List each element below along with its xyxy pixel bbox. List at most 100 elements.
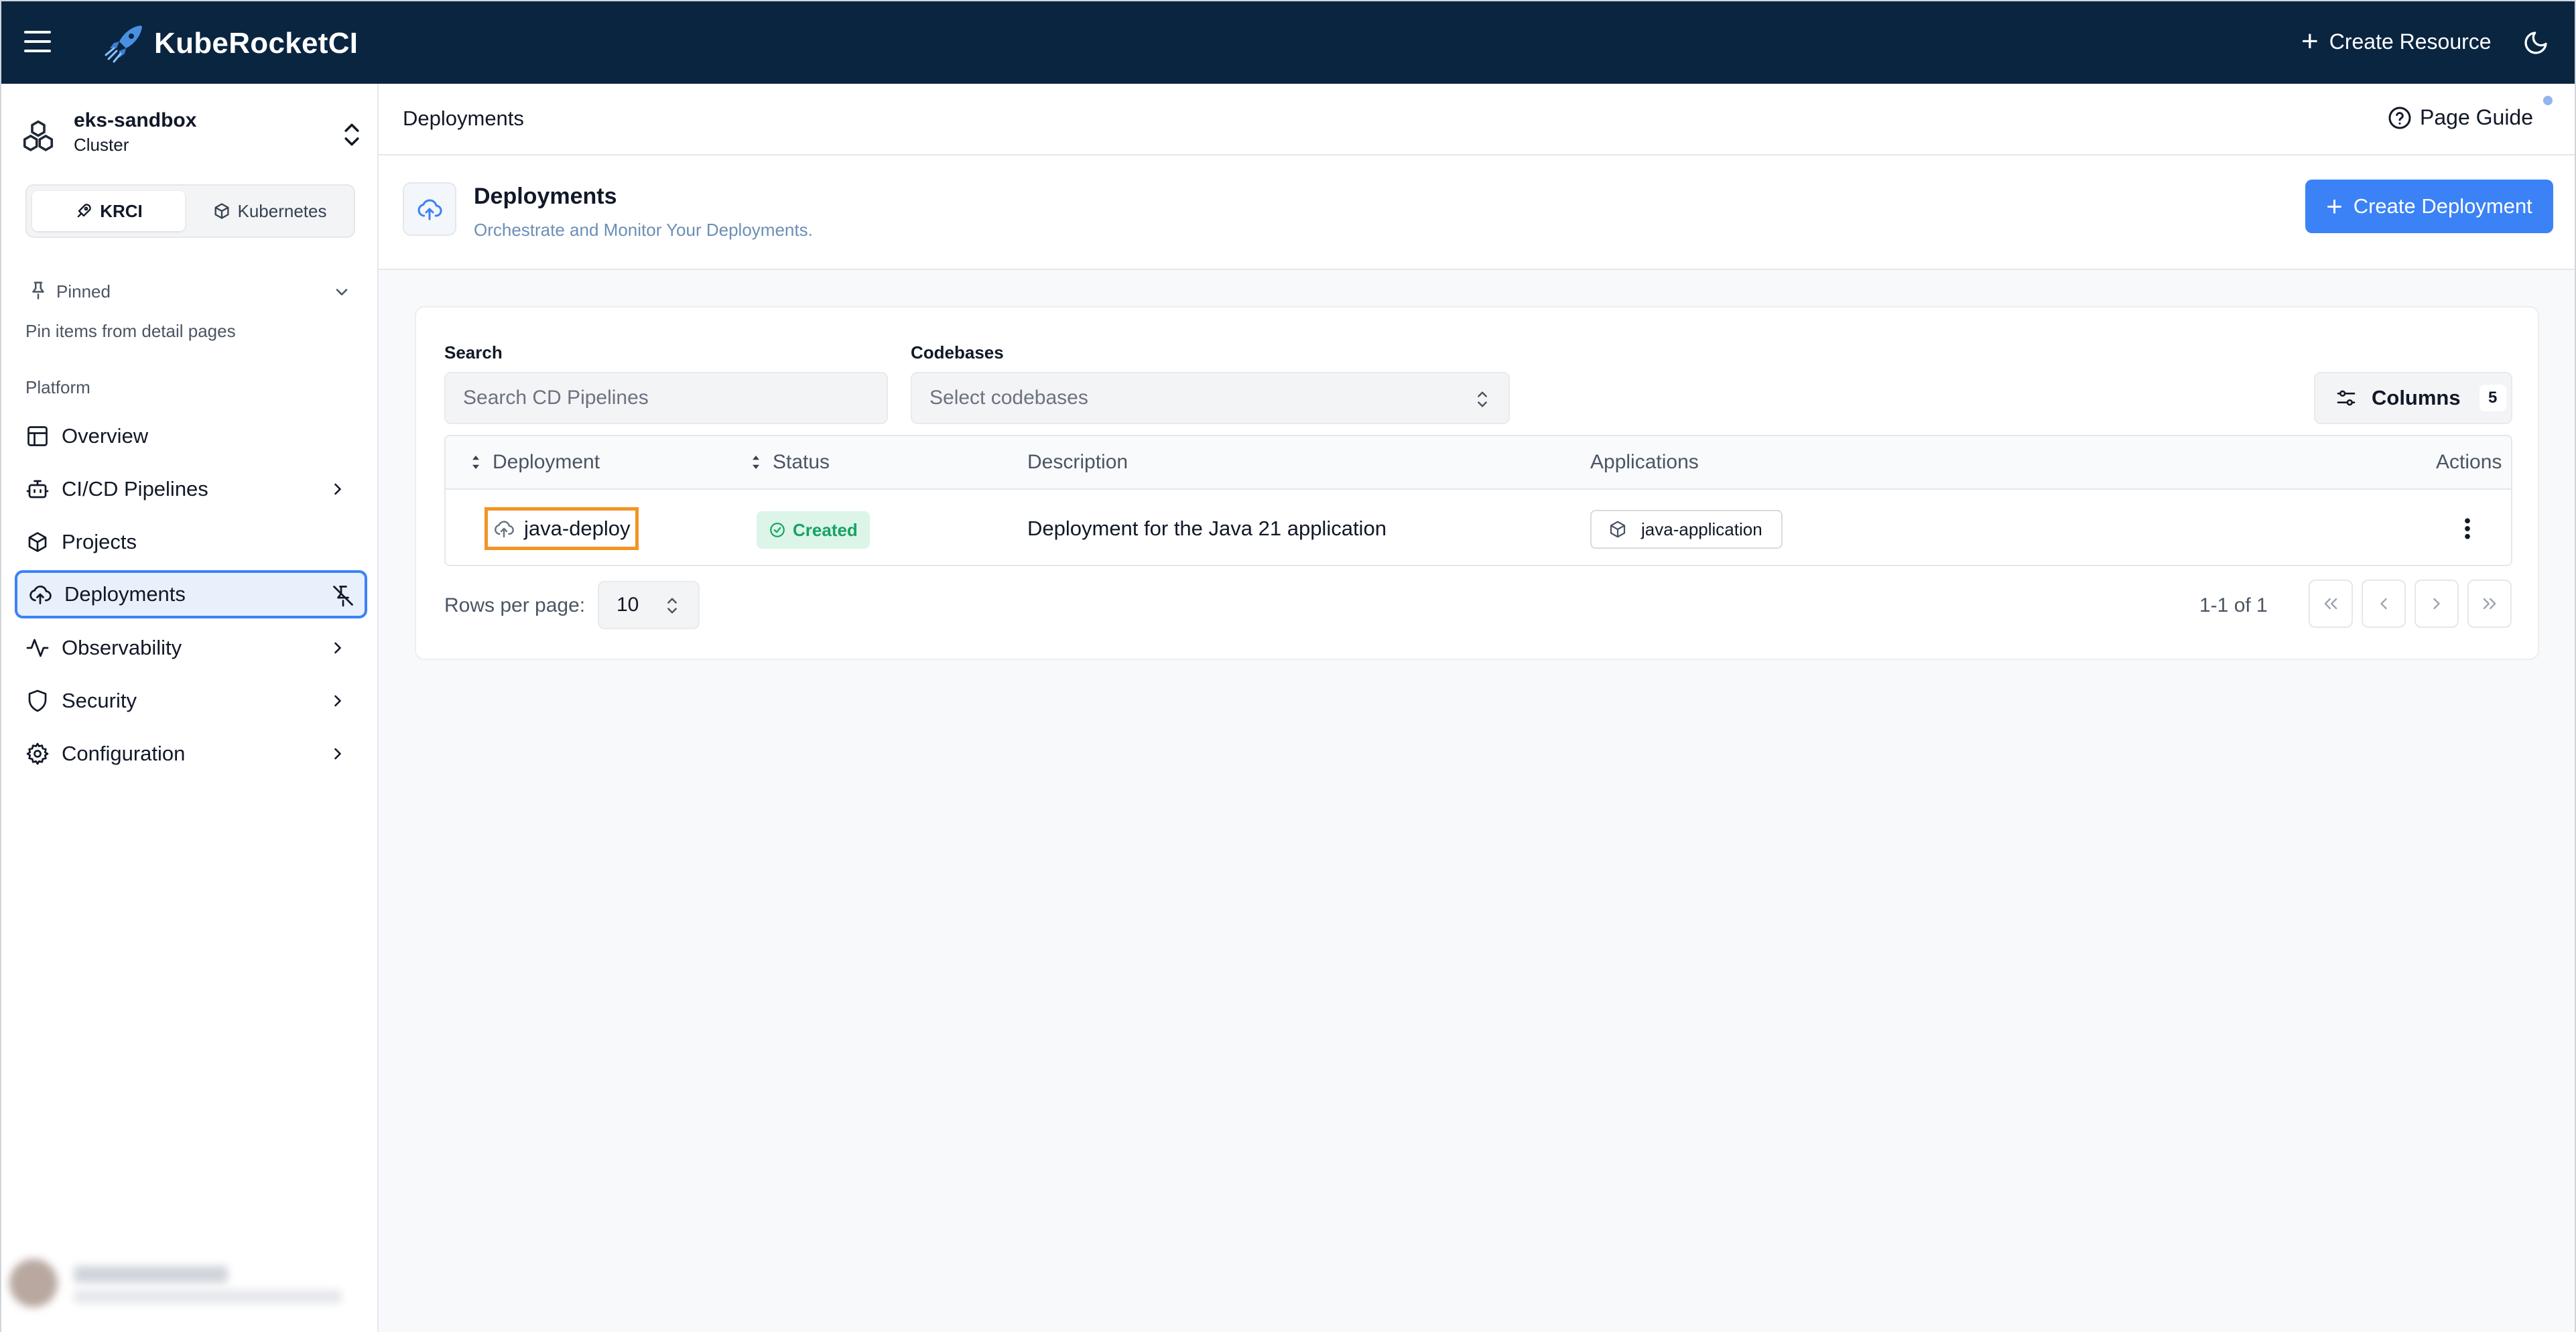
rows-per-page-label: Rows per page: [444,594,586,616]
sidebar-item-label: Deployments [64,582,186,606]
layout-icon [27,426,48,446]
deployment-name: java-deploy [524,517,631,540]
create-deployment-label: Create Deployment [2353,194,2532,218]
rocket-logo-icon [105,25,142,63]
moon-icon[interactable] [2522,29,2549,56]
cloud-upload-icon [29,585,52,604]
codebases-select[interactable]: Select codebases [911,372,1510,424]
activity-icon [26,639,49,657]
status-badge: Created [757,511,870,549]
tab-kubernetes[interactable]: Kubernetes [190,191,348,231]
status-label: Created [793,519,858,540]
check-circle-icon [770,523,785,537]
cloud-upload-icon [495,521,514,538]
sort-icon [753,456,759,469]
deployment-link[interactable]: java-deploy [485,507,639,550]
rows-per-page-value: 10 [617,594,639,616]
section-label-platform: Platform [25,377,90,397]
sidebar-item-label: Security [62,689,137,712]
app-title: KubeRocketCI [154,27,359,60]
deployments-table: Deployment Status Description Applicatio… [444,435,2512,566]
sidebar-item-label: Configuration [62,742,186,765]
columns-button[interactable]: Columns 5 [2314,372,2512,424]
search-placeholder: Search CD Pipelines [463,387,649,409]
chevron-right-icon [334,748,341,760]
columns-count-badge: 5 [2479,385,2506,411]
unpin-icon[interactable] [331,584,355,608]
pinned-section-toggle[interactable]: Pinned [25,275,355,308]
search-label: Search [444,342,503,362]
chevron-right-icon [334,483,341,495]
tab-krci-label: KRCI [100,200,143,221]
app-logo[interactable]: KubeRocketCI [102,21,358,66]
page-icon [403,182,456,236]
cluster-type: Cluster [74,135,129,155]
cluster-name: eks-sandbox [74,109,197,131]
column-header-status[interactable]: Status [749,451,830,474]
create-deployment-button[interactable]: + Create Deployment [2305,180,2553,233]
pin-icon [32,281,44,299]
sidebar-item-label: Observability [62,636,182,659]
box-icon [1610,521,1626,538]
pinned-label: Pinned [56,281,111,302]
column-header-label: Actions [2436,451,2502,473]
rocket-icon [77,204,91,218]
sidebar-item-configuration[interactable]: Configuration [15,730,367,778]
cluster-switcher[interactable]: eks-sandbox Cluster [20,107,369,160]
page-header: Deployments Orchestrate and Monitor Your… [379,155,2575,270]
application-chip[interactable]: java-application [1590,510,1783,549]
sidebar-item-deployments[interactable]: Deployments [15,570,367,618]
sidebar-item-projects[interactable]: Projects [15,518,367,566]
previous-page-button[interactable] [2362,580,2406,628]
cube-icon [214,203,229,219]
sidebar-item-security[interactable]: Security [15,677,367,725]
avatar [9,1259,58,1307]
last-page-button[interactable] [2467,580,2512,628]
page-subtitle: Orchestrate and Monitor Your Deployments… [474,220,813,240]
column-header-description: Description [1027,451,1128,474]
breadcrumb: Deployments [403,107,524,130]
user-email-redacted [74,1290,342,1303]
search-input[interactable]: Search CD Pipelines [444,372,888,424]
user-name-redacted [74,1266,228,1283]
application-name: java-application [1641,519,1762,539]
tab-krci[interactable]: KRCI [32,191,185,231]
sort-icon [472,456,479,469]
table-row: java-deploy Created Deployment for the J… [446,491,2511,566]
page-guide-button[interactable]: Page Guide [2388,105,2533,130]
chevrons-left-icon [2324,598,2337,610]
chevrons-right-icon [2483,598,2496,610]
chevrons-up-down-icon [667,598,677,614]
column-header-label: Applications [1590,451,1699,473]
create-resource-label: Create Resource [2329,29,2492,54]
column-header-label: Deployment [493,451,600,473]
deployments-card: Search Search CD Pipelines Codebases Sel… [415,306,2539,660]
sidebar-item-cicd-pipelines[interactable]: CI/CD Pipelines [15,465,367,513]
user-profile-card[interactable] [9,1250,365,1317]
rows-per-page-select[interactable]: 10 [598,581,700,629]
chevron-right-icon [334,695,341,707]
notification-dot [2543,96,2553,105]
breadcrumb-bar: Deployments Page Guide [379,84,2575,155]
column-header-actions: Actions [2436,451,2502,474]
top-bar: KubeRocketCI + Create Resource [1,1,2575,84]
bot-icon [26,480,49,498]
table-header: Deployment Status Description Applicatio… [446,436,2511,490]
cluster-icon [23,120,54,151]
sidebar-item-label: Overview [62,424,149,448]
menu-icon[interactable] [24,31,51,54]
more-vertical-icon[interactable] [2457,515,2477,542]
pinned-hint: Pin items from detail pages [25,321,236,341]
first-page-button[interactable] [2309,580,2353,628]
sidebar-item-label: CI/CD Pipelines [62,477,208,501]
sidebar-item-observability[interactable]: Observability [15,624,367,672]
next-page-button[interactable] [2414,580,2459,628]
create-resource-button[interactable]: + Create Resource [2301,27,2492,56]
column-header-deployment[interactable]: Deployment [468,451,600,474]
plus-icon: + [2301,25,2319,58]
sidebar-item-overview[interactable]: Overview [15,412,367,460]
tab-kubernetes-label: Kubernetes [237,200,327,221]
codebases-placeholder: Select codebases [929,387,1088,409]
codebases-label: Codebases [911,342,1004,362]
deployment-description: Deployment for the Java 21 application [1027,517,1387,540]
